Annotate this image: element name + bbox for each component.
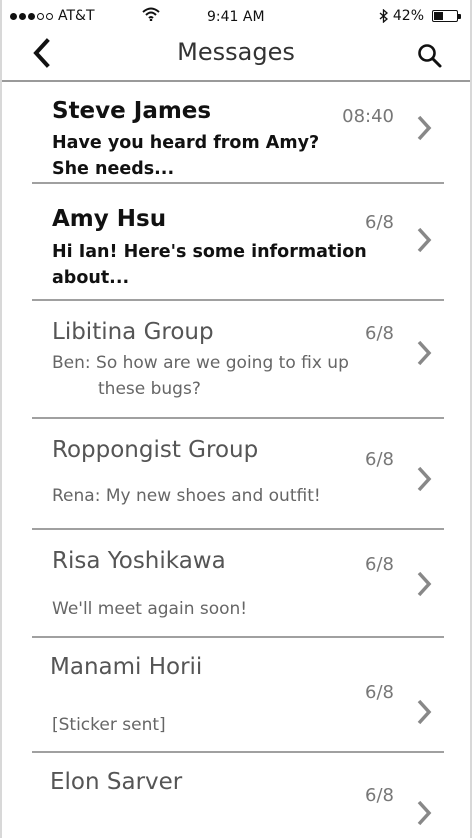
message-preview: Have you heard from Amy? She needs... [52, 133, 320, 179]
contact-name: Steve James [52, 98, 212, 124]
chevron-right-icon [417, 227, 432, 253]
conversation-item[interactable]: Roppongist Group 6/8 Rena: My new shoes … [32, 419, 444, 530]
message-date: 6/8 [365, 785, 394, 806]
message-date: 6/8 [365, 323, 394, 344]
message-date: 6/8 [365, 682, 394, 703]
message-preview: Ben: So how are we going to fix up these… [52, 353, 349, 399]
carrier-label: AT&T [58, 8, 95, 24]
chevron-right-icon [417, 571, 432, 597]
message-date: 08:40 [342, 106, 394, 127]
message-preview: Hi Ian! Here's some information about... [52, 242, 367, 288]
contact-name: Libitina Group [52, 319, 214, 345]
page-title: Messages [177, 38, 295, 66]
conversation-item[interactable]: Libitina Group 6/8 Ben: So how are we go… [32, 301, 444, 419]
chevron-right-icon [417, 340, 432, 366]
conversation-item[interactable]: Risa Yoshikawa 6/8 We'll meet again soon… [32, 530, 444, 638]
conversation-list: Steve James 08:40 Have you heard from Am… [32, 82, 444, 838]
battery-percent: 42% [392, 8, 424, 24]
wifi-icon [142, 7, 160, 21]
status-time: 9:41 AM [207, 9, 265, 25]
contact-name: Risa Yoshikawa [52, 548, 226, 574]
message-preview: We'll meet again soon! [52, 599, 248, 619]
conversation-item[interactable]: Amy Hsu 6/8 Hi Ian! Here's some informat… [32, 184, 444, 301]
signal-strength-icon [10, 12, 53, 20]
status-right: 42% [379, 8, 461, 24]
message-preview: [Sticker sent] [52, 715, 166, 735]
chevron-right-icon [417, 466, 432, 492]
battery-icon [432, 10, 461, 22]
contact-name: Amy Hsu [52, 206, 167, 232]
conversation-item[interactable]: Steve James 08:40 Have you heard from Am… [32, 82, 444, 184]
search-icon[interactable] [416, 42, 444, 70]
status-bar: AT&T 9:41 AM 42% [2, 0, 470, 34]
conversation-item[interactable]: Elon Sarver 6/8 [32, 753, 444, 838]
nav-header: Messages [2, 30, 470, 82]
message-preview: Rena: My new shoes and outfit! [52, 486, 321, 506]
message-date: 6/8 [365, 449, 394, 470]
conversation-item[interactable]: Manami Horii 6/8 [Sticker sent] [32, 638, 444, 753]
phone-screen: AT&T 9:41 AM 42% Messages Steve James 08… [0, 0, 472, 838]
chevron-right-icon [417, 699, 432, 725]
chevron-right-icon [417, 115, 432, 141]
contact-name: Roppongist Group [52, 437, 259, 463]
contact-name: Elon Sarver [50, 769, 183, 795]
contact-name: Manami Horii [50, 654, 203, 680]
signal-carrier: AT&T [10, 8, 95, 24]
message-date: 6/8 [365, 554, 394, 575]
message-date: 6/8 [365, 212, 394, 233]
bluetooth-icon [379, 9, 388, 23]
chevron-right-icon [417, 800, 432, 826]
